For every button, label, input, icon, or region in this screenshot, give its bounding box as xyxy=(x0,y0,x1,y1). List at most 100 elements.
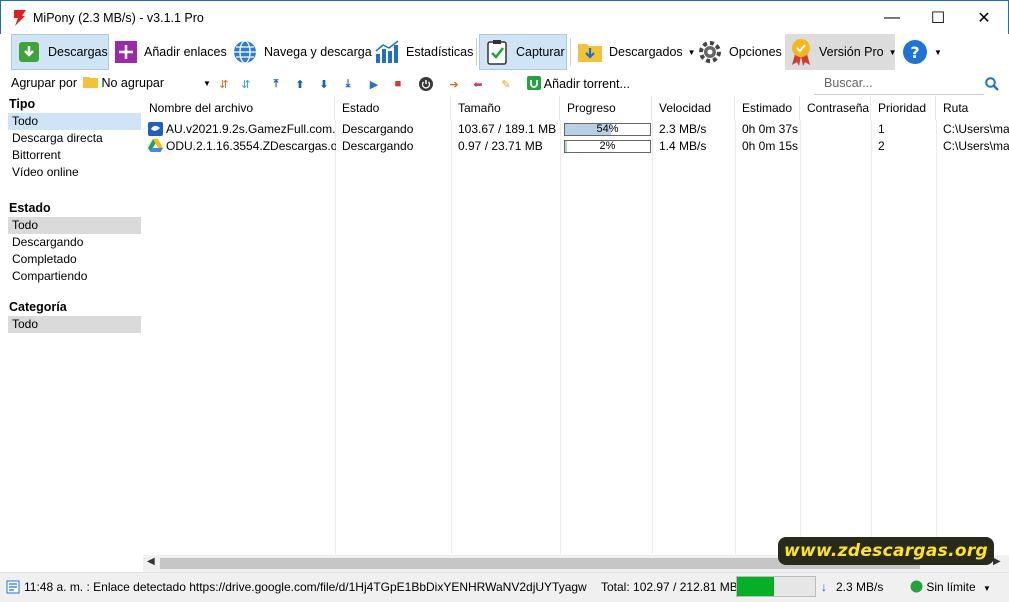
row-priority: 1 xyxy=(878,122,885,136)
row-speed: 2.3 MB/s xyxy=(659,122,707,136)
category-filter-all[interactable]: Todo xyxy=(8,316,141,333)
sub-toolbar: Agrupar por No agrupar ▼ ⇵ ⇵ ⤒ ⬆ ⬇ ⤓ ▶ ■… xyxy=(6,73,1006,95)
column-header-priority[interactable]: Prioridad xyxy=(872,96,936,120)
search-icon[interactable] xyxy=(984,76,1000,92)
global-speed: 2.3 MB/s xyxy=(836,580,884,594)
folder-download-icon xyxy=(577,39,603,65)
type-filter-all[interactable]: Todo xyxy=(8,113,141,130)
tree-expand-icon[interactable]: ⇵ xyxy=(216,76,232,92)
row-path: C:\Users\mas xyxy=(943,139,1009,153)
status-section-title: Estado xyxy=(9,201,51,215)
maximize-button[interactable]: ☐ xyxy=(915,1,961,35)
chevron-down-icon: ▼ xyxy=(888,47,897,57)
move-down-icon[interactable]: ⬇ xyxy=(316,76,332,92)
minimize-button[interactable]: — xyxy=(869,1,915,35)
tree-collapse-icon[interactable]: ⇵ xyxy=(238,76,254,92)
browse-label: Navega y descarga xyxy=(264,45,372,59)
log-icon[interactable] xyxy=(6,580,20,594)
watermark: www.zdescargas.org xyxy=(778,537,994,565)
pro-version-button[interactable]: Versión Pro ▼ xyxy=(785,34,897,70)
row-progress-text: 2% xyxy=(599,140,616,152)
status-filter-downloading[interactable]: Descargando xyxy=(8,234,141,251)
add-links-button[interactable]: Añadir enlaces xyxy=(110,34,227,70)
close-button[interactable]: ✕ xyxy=(961,1,1007,35)
total-progress-bar xyxy=(736,576,816,597)
add-torrent-button[interactable]: Añadir torrent... xyxy=(527,76,630,91)
column-header-speed[interactable]: Velocidad xyxy=(653,96,735,120)
status-bar: 11:48 a. m. : Enlace detectado https://d… xyxy=(0,572,1009,602)
power-icon[interactable] xyxy=(418,76,434,92)
add-torrent-label: Añadir torrent... xyxy=(543,77,630,91)
row-eta: 0h 0m 37s xyxy=(742,122,799,136)
group-by-value: No agrupar xyxy=(101,76,165,90)
options-button[interactable]: Opciones xyxy=(693,34,783,70)
row-filename: AU.v2021.9.2s.GamezFull.com.rar xyxy=(166,122,336,136)
column-divider xyxy=(451,120,452,554)
arrow-right-icon[interactable]: ➔ xyxy=(446,76,462,92)
main-toolbar: Descargas Añadir enlaces Navega y descar… xyxy=(6,34,1006,70)
downloads-button[interactable]: Descargas xyxy=(11,34,109,70)
download-arrow-icon xyxy=(16,39,42,65)
downloads-label: Descargas xyxy=(48,45,108,59)
column-header-eta[interactable]: Estimado xyxy=(736,96,800,120)
column-header-status[interactable]: Estado xyxy=(336,96,451,120)
scroll-right-icon[interactable]: ▶ xyxy=(993,556,1001,567)
type-filter-bittorrent[interactable]: Bittorrent xyxy=(8,147,141,164)
capture-label: Capturar xyxy=(516,45,565,59)
globe-icon xyxy=(232,39,258,65)
clipboard-check-icon xyxy=(484,39,510,65)
window-title: MiPony (2.3 MB/s) - v3.1.1 Pro xyxy=(33,11,204,25)
bar-chart-icon xyxy=(374,39,400,65)
row-eta: 0h 0m 15s xyxy=(742,139,799,153)
statistics-label: Estadísticas xyxy=(406,45,474,59)
statistics-button[interactable]: Estadísticas xyxy=(370,34,474,70)
arrow-left-icon[interactable]: ⬅ xyxy=(470,76,486,92)
speed-limit-dropdown[interactable]: Sin límite ▼ xyxy=(910,580,991,594)
status-filter-completed[interactable]: Completado xyxy=(8,251,141,268)
type-filter-video[interactable]: Vídeo online xyxy=(8,164,141,181)
column-header-progress[interactable]: Progreso xyxy=(561,96,652,120)
status-filter-all[interactable]: Todo xyxy=(8,217,141,234)
utorrent-icon xyxy=(527,76,541,90)
browse-button[interactable]: Navega y descarga xyxy=(228,34,372,70)
toolbar-divider xyxy=(476,38,477,66)
plus-icon xyxy=(114,39,138,65)
broom-icon[interactable]: ✎ xyxy=(498,76,514,92)
add-links-label: Añadir enlaces xyxy=(144,45,227,59)
row-priority: 2 xyxy=(878,139,885,153)
move-up-icon[interactable]: ⬆ xyxy=(292,76,308,92)
column-divider xyxy=(936,120,937,554)
title-bar: MiPony (2.3 MB/s) - v3.1.1 Pro — ☐ ✕ xyxy=(0,0,1009,34)
row-progress-text: 54% xyxy=(596,123,619,135)
capture-button[interactable]: Capturar xyxy=(479,34,567,70)
move-top-icon[interactable]: ⤒ xyxy=(268,76,284,92)
chevron-down-icon: ▼ xyxy=(934,47,942,57)
row-filename: ODU.2.1.16.3554.ZDescargas.or... xyxy=(166,139,336,153)
search-input[interactable]: Buscar... xyxy=(824,76,873,90)
total-progress-fill xyxy=(737,577,775,596)
play-icon[interactable]: ▶ xyxy=(366,76,382,92)
group-by-label: Agrupar por xyxy=(11,76,78,90)
column-header-size[interactable]: Tamaño xyxy=(452,96,560,120)
scroll-left-icon[interactable]: ◀ xyxy=(147,556,155,567)
stop-icon[interactable]: ■ xyxy=(390,76,406,92)
downloads-table: Nombre del archivo Estado Tamaño Progres… xyxy=(143,96,1009,554)
downloaded-button[interactable]: Descargados ▼ xyxy=(573,34,696,70)
move-bottom-icon[interactable]: ⤓ xyxy=(340,76,356,92)
row-progress-bar: 54% xyxy=(564,123,651,136)
group-by-dropdown[interactable]: No agrupar ▼ xyxy=(83,76,211,90)
column-divider xyxy=(335,120,336,554)
type-filter-direct[interactable]: Descarga directa xyxy=(8,130,141,147)
chevron-down-icon: ▼ xyxy=(983,584,991,593)
column-header-name[interactable]: Nombre del archivo xyxy=(143,96,335,120)
column-header-password[interactable]: Contraseña xyxy=(801,96,871,120)
status-filter-sharing[interactable]: Compartiendo xyxy=(8,268,141,285)
status-log-message: 11:48 a. m. : Enlace detectado https://d… xyxy=(24,580,587,594)
column-header-path[interactable]: Ruta xyxy=(937,96,1009,120)
search-underline xyxy=(814,94,984,95)
column-divider xyxy=(560,120,561,554)
category-section-title: Categoría xyxy=(9,300,67,314)
mipony-logo-icon xyxy=(14,10,26,26)
help-button[interactable]: ? ▼ xyxy=(898,34,942,70)
column-divider xyxy=(871,120,872,554)
